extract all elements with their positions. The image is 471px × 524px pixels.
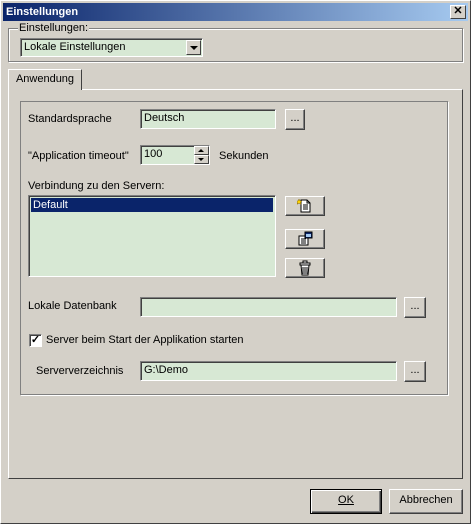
settings-profile-value: Lokale Einstellungen [24,41,126,53]
ok-label: OK [338,494,354,506]
timeout-unit-label: Sekunden [219,150,269,162]
settings-profile-select[interactable]: Lokale Einstellungen [20,38,203,57]
close-icon[interactable]: ✕ [450,5,466,19]
trash-icon [299,260,311,276]
chevron-down-icon[interactable] [186,40,201,55]
ok-button[interactable]: OK [310,489,382,514]
add-server-button[interactable] [285,196,325,216]
list-item[interactable]: Default [31,198,273,212]
new-document-icon [295,198,311,213]
spin-down-icon[interactable] [194,155,209,164]
server-list[interactable]: Default [28,195,276,277]
spin-up-icon[interactable] [194,146,209,155]
start-server-label[interactable]: Server beim Start der Applikation starte… [46,334,243,346]
start-server-checkbox[interactable]: ✓ [29,334,42,347]
window-title: Einstellungen [6,6,79,18]
default-language-field[interactable]: Deutsch [140,109,276,129]
title-bar[interactable]: Einstellungen ✕ [3,3,468,21]
tab-anwendung[interactable]: Anwendung [8,69,82,90]
timeout-spinner[interactable] [194,146,209,164]
server-dir-field[interactable]: G:\Demo [140,361,397,381]
settings-group-legend: Einstellungen: [18,22,90,34]
timeout-label: "Application timeout" [28,150,129,162]
delete-server-button[interactable] [285,258,325,278]
properties-icon [298,231,313,246]
local-db-field[interactable] [140,297,397,317]
server-dir-label: Serververzeichnis [36,365,124,377]
language-browse-button[interactable]: ... [285,109,305,130]
cancel-button[interactable]: Abbrechen [389,489,463,514]
servers-label: Verbindung zu den Servern: [28,180,165,192]
local-db-label: Lokale Datenbank [28,300,117,312]
default-language-label: Standardsprache [28,113,112,125]
edit-server-button[interactable] [285,229,325,249]
server-dir-browse-button[interactable]: ... [404,361,426,382]
local-db-browse-button[interactable]: ... [404,297,426,318]
tab-label: Anwendung [15,73,75,85]
